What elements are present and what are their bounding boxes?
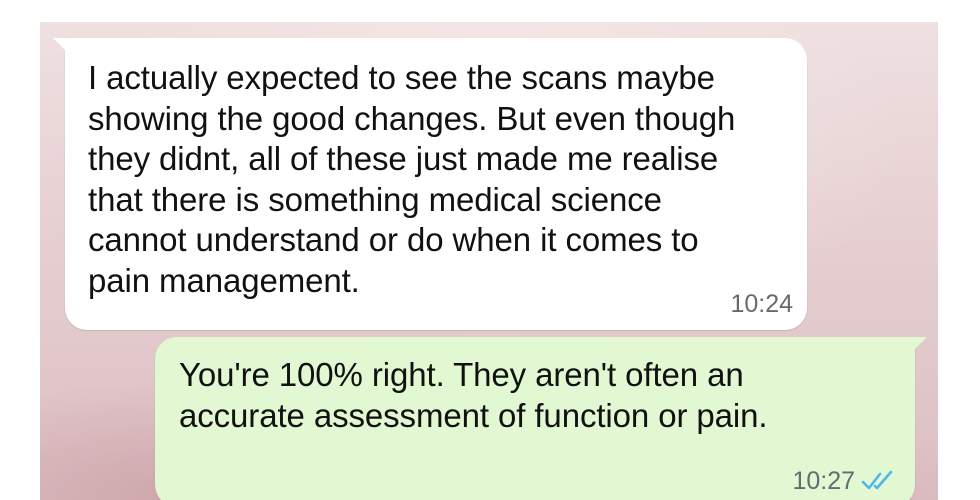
outgoing-message-bubble[interactable]: You're 100% right. They aren't often an … [155,337,927,500]
bubble-tail [913,337,927,351]
chat-conversation-area[interactable]: I actually expected to see the scans may… [40,22,938,500]
bubble-tail [53,38,67,52]
incoming-message-bubble[interactable]: I actually expected to see the scans may… [53,38,807,330]
message-timestamp: 10:27 [792,467,855,495]
message-timestamp: 10:24 [730,290,793,318]
message-text: You're 100% right. They aren't often an … [179,356,768,434]
message-meta: 10:27 [792,467,895,495]
message-text: I actually expected to see the scans may… [88,59,736,299]
double-check-read-icon [861,470,893,490]
